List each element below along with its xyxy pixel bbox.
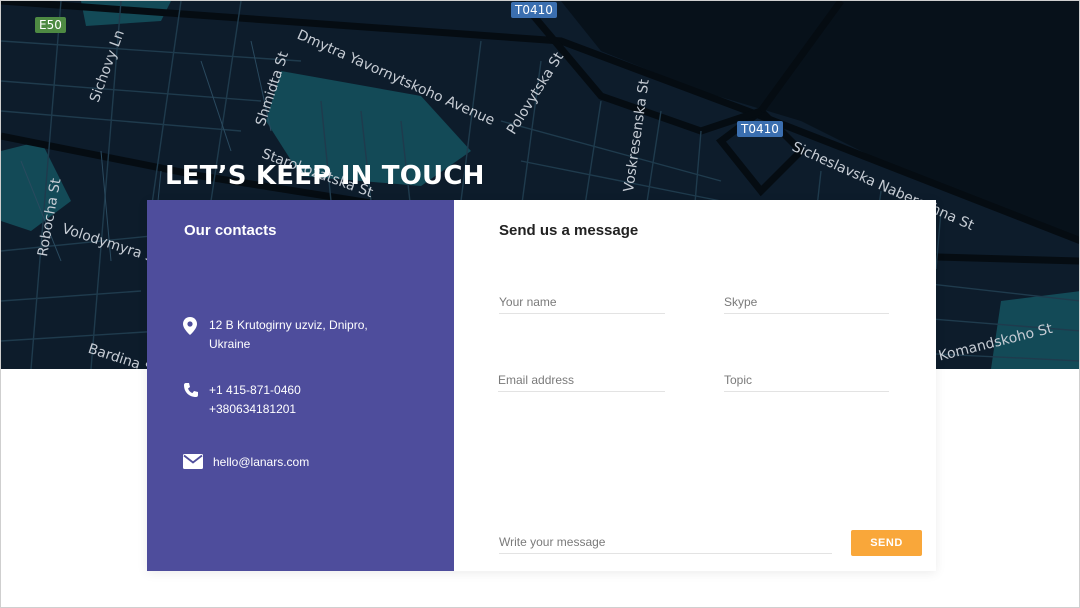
address-text: 12 B Krutogirny uzviz, Dnipro, Ukraine bbox=[209, 316, 368, 354]
message-input[interactable] bbox=[499, 530, 832, 553]
email-input[interactable] bbox=[498, 368, 665, 391]
road-badge: E50 bbox=[35, 17, 66, 33]
send-button[interactable]: SEND bbox=[851, 530, 922, 556]
phone-row: +1 415-871-0460 +380634181201 bbox=[183, 381, 301, 419]
message-form: Send us a message SEND bbox=[454, 200, 936, 571]
contacts-title: Our contacts bbox=[184, 222, 277, 239]
page-frame: Dmytra Yavornytskoho Avenue Sichovy Ln S… bbox=[0, 0, 1080, 608]
topic-input[interactable] bbox=[724, 368, 889, 391]
skype-field bbox=[724, 290, 889, 314]
topic-field bbox=[724, 368, 889, 392]
road-badge: T0410 bbox=[511, 2, 557, 18]
address-line: 12 B Krutogirny uzviz, Dnipro, bbox=[209, 318, 368, 332]
phone-number[interactable]: +1 415-871-0460 bbox=[209, 381, 301, 400]
address-line: Ukraine bbox=[209, 337, 251, 351]
address-row: 12 B Krutogirny uzviz, Dnipro, Ukraine bbox=[183, 316, 368, 354]
email-link[interactable]: hello@lanars.com bbox=[213, 453, 309, 472]
phone-icon bbox=[183, 382, 199, 400]
road-badge: T0410 bbox=[737, 121, 783, 137]
email-field bbox=[498, 368, 665, 392]
contact-card: Our contacts 12 B Krutogirny uzviz, Dnip… bbox=[147, 200, 936, 571]
location-pin-icon bbox=[183, 317, 199, 335]
name-field bbox=[499, 290, 665, 314]
phone-number[interactable]: +380634181201 bbox=[209, 400, 301, 419]
form-title: Send us a message bbox=[499, 222, 639, 239]
envelope-icon bbox=[183, 454, 203, 472]
contacts-panel: Our contacts 12 B Krutogirny uzviz, Dnip… bbox=[147, 200, 454, 571]
skype-input[interactable] bbox=[724, 290, 889, 313]
page-title: LET’S KEEP IN TOUCH bbox=[165, 161, 485, 191]
message-field bbox=[499, 530, 832, 554]
name-input[interactable] bbox=[499, 290, 665, 313]
email-row: hello@lanars.com bbox=[183, 453, 309, 472]
phone-text: +1 415-871-0460 +380634181201 bbox=[209, 381, 301, 419]
